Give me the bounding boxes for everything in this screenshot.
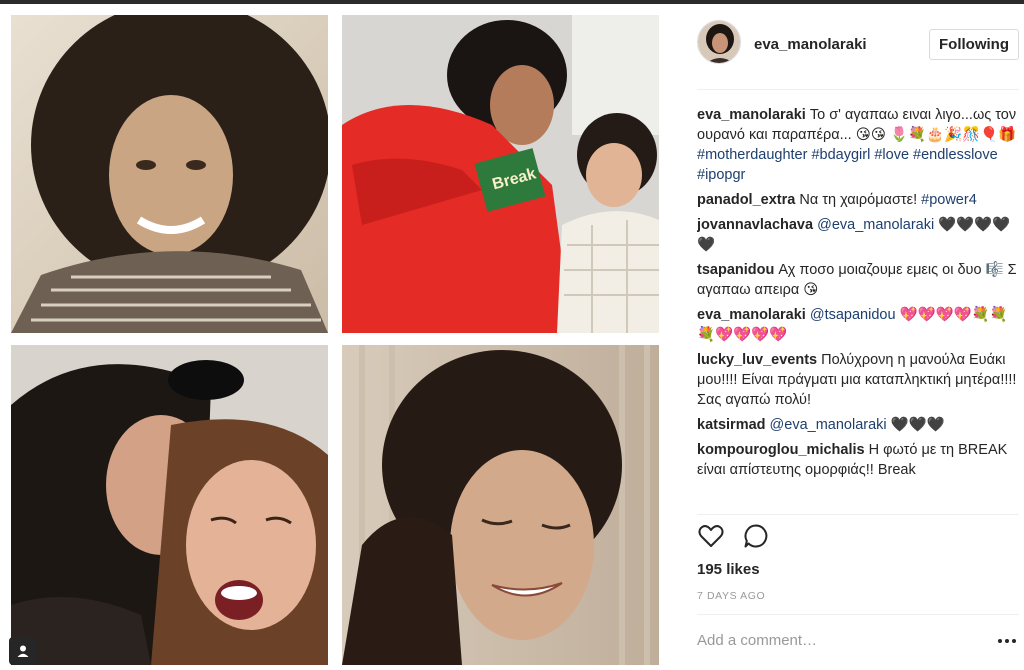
avatar[interactable] bbox=[697, 20, 741, 64]
post-sidebar: eva_manolaraki Following eva_manolaraki … bbox=[684, 4, 1024, 670]
comment-text: Να τη χαιρόμαστε! bbox=[799, 192, 922, 208]
mention-link[interactable]: @eva_manolaraki bbox=[770, 417, 887, 433]
comment-item: tsapanidou Αχ ποσο μοιαζουμε εμεις οι δυ… bbox=[697, 260, 1019, 300]
photo-hugging-laughing bbox=[11, 345, 328, 665]
comment-item: jovannavlachava @eva_manolaraki 🖤🖤🖤🖤🖤 bbox=[697, 215, 1019, 255]
likes-count[interactable]: 195 likes bbox=[697, 561, 760, 578]
user-tag-icon[interactable] bbox=[9, 637, 37, 665]
comments-list: eva_manolaraki Το σ' αγαπαω ειναι λιγο..… bbox=[697, 105, 1019, 509]
post-timestamp: 7 DAYS AGO bbox=[697, 590, 766, 602]
comment-username[interactable]: eva_manolaraki bbox=[697, 107, 806, 123]
comment-item: eva_manolaraki @tsapanidou 💖💖💖💖💐💐💐💖💖💖💖 bbox=[697, 305, 1019, 345]
comment-username[interactable]: katsirmad bbox=[697, 417, 766, 433]
hashtag-link[interactable]: #motherdaughter bbox=[697, 147, 807, 163]
more-options-icon[interactable] bbox=[998, 634, 1020, 648]
mention-link[interactable]: @eva_manolaraki bbox=[817, 217, 934, 233]
photo-mother-with-child: Break bbox=[342, 15, 659, 333]
comments-divider bbox=[697, 514, 1019, 515]
heart-icon[interactable] bbox=[697, 522, 725, 550]
photo-sepia-smiling bbox=[342, 345, 659, 665]
comment-icon[interactable] bbox=[742, 522, 770, 550]
hashtag-link[interactable]: #power4 bbox=[921, 192, 977, 208]
comment-item: panadol_extra Να τη χαιρόμαστε! #power4 bbox=[697, 190, 1019, 210]
hashtag-link[interactable]: #endlesslove bbox=[913, 147, 998, 163]
following-button[interactable]: Following bbox=[929, 29, 1019, 60]
comment-username[interactable]: tsapanidou bbox=[697, 262, 774, 278]
post-header: eva_manolaraki Following bbox=[684, 16, 1024, 76]
hashtag-link[interactable]: #bdaygirl bbox=[811, 147, 870, 163]
comment-text: 🖤🖤🖤 bbox=[890, 417, 945, 433]
post-image[interactable]: Break bbox=[0, 4, 670, 670]
username-link[interactable]: eva_manolaraki bbox=[754, 36, 867, 53]
comment-username[interactable]: lucky_luv_events bbox=[697, 352, 817, 368]
footer-divider bbox=[697, 614, 1019, 615]
add-comment-input[interactable]: Add a comment… bbox=[697, 632, 817, 649]
comment-username[interactable]: kompouroglou_michalis bbox=[697, 442, 865, 458]
comment-username[interactable]: panadol_extra bbox=[697, 192, 795, 208]
photo-sepia-portrait bbox=[11, 15, 328, 333]
comment-username[interactable]: jovannavlachava bbox=[697, 217, 813, 233]
comment-item: kompouroglou_michalis Η φωτό με τη BREAK… bbox=[697, 440, 1019, 480]
hashtag-link[interactable]: #love bbox=[874, 147, 909, 163]
hashtag-link[interactable]: #ipopgr bbox=[697, 167, 745, 183]
action-bar bbox=[697, 522, 817, 552]
comment-username[interactable]: eva_manolaraki bbox=[697, 307, 806, 323]
comment-item: eva_manolaraki Το σ' αγαπαω ειναι λιγο..… bbox=[697, 105, 1019, 185]
comment-item: lucky_luv_events Πολύχρονη η μανούλα Ευά… bbox=[697, 350, 1019, 410]
mention-link[interactable]: @tsapanidou bbox=[810, 307, 896, 323]
header-divider bbox=[697, 89, 1019, 90]
comment-item: katsirmad @eva_manolaraki 🖤🖤🖤 bbox=[697, 415, 1019, 435]
